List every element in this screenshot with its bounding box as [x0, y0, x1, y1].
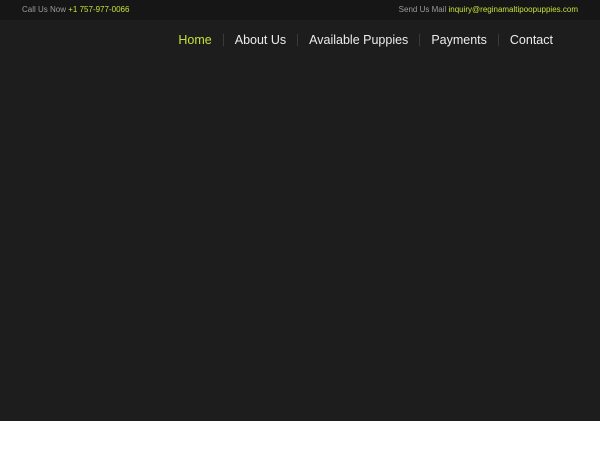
call-info: Call Us Now +1 757-977-0066	[22, 0, 129, 20]
mail-label: Send Us Mail	[398, 5, 447, 14]
nav-item-contact: Contact	[499, 33, 564, 47]
nav-link-about-us[interactable]: About Us	[224, 33, 297, 47]
page-content-area	[0, 421, 600, 450]
hero-section	[0, 64, 600, 421]
nav-item-about: About Us	[224, 33, 297, 47]
email-link[interactable]: inquiry@reginamaltipoopuppies.com	[448, 5, 578, 14]
nav-link-home[interactable]: Home	[167, 33, 222, 47]
top-contact-bar: Call Us Now +1 757-977-0066 Send Us Mail…	[0, 0, 600, 20]
nav-item-home: Home	[167, 33, 222, 47]
mail-info: Send Us Mail inquiry@reginamaltipoopuppi…	[399, 0, 578, 20]
call-label: Call Us Now	[22, 5, 67, 14]
nav-item-payments: Payments	[420, 33, 498, 47]
nav-link-available-puppies[interactable]: Available Puppies	[298, 33, 419, 47]
phone-link[interactable]: +1 757-977-0066	[68, 5, 129, 14]
main-nav: Home About Us Available Puppies Payments…	[167, 33, 564, 47]
nav-link-payments[interactable]: Payments	[420, 33, 498, 47]
nav-link-contact[interactable]: Contact	[499, 33, 564, 47]
nav-item-available-puppies: Available Puppies	[298, 33, 419, 47]
main-navbar: Home About Us Available Puppies Payments…	[0, 20, 600, 64]
